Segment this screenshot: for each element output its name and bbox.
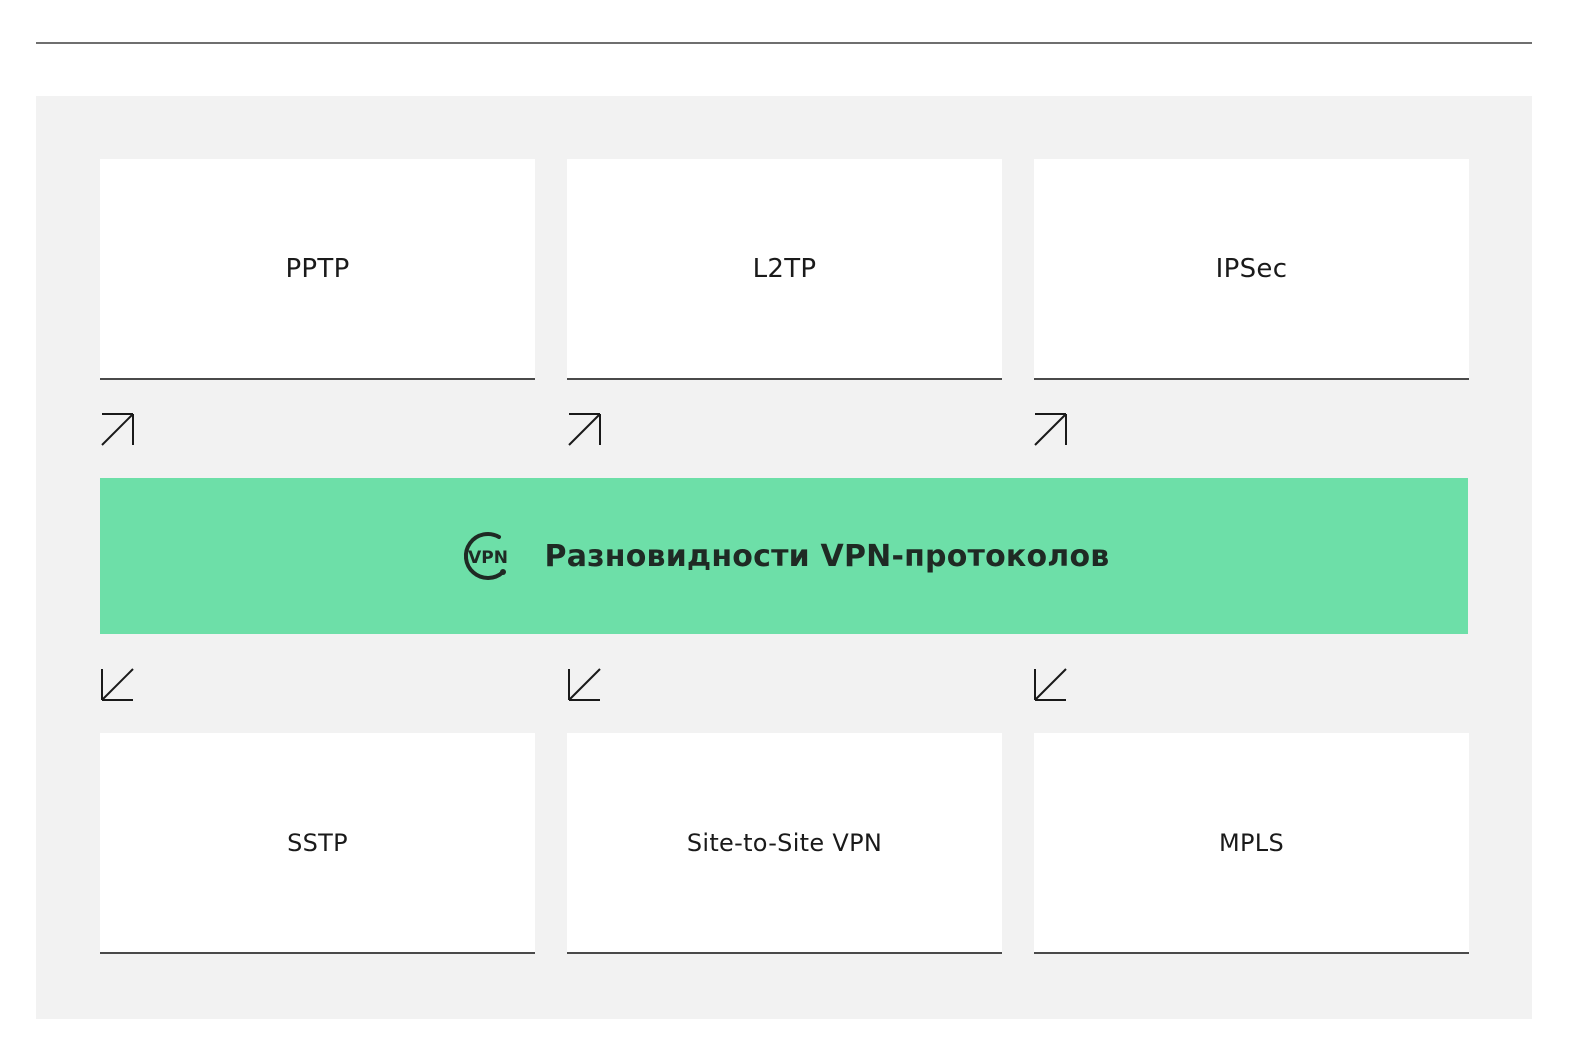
- protocol-label: SSTP: [287, 828, 348, 857]
- protocol-label: Site-to-Site VPN: [686, 828, 883, 857]
- arrow-down-left-icon: [101, 668, 134, 701]
- protocol-card-site-to-site-vpn: Site-to-Site VPN: [567, 733, 1002, 954]
- protocol-card-ipsec: IPSec: [1034, 159, 1469, 380]
- protocol-label: MPLS: [1219, 828, 1284, 857]
- protocol-card-mpls: MPLS: [1034, 733, 1469, 954]
- protocol-label: IPSec: [1215, 253, 1288, 284]
- arrow-up-right-icon: [101, 413, 134, 446]
- top-divider: [36, 42, 1532, 44]
- protocol-card-l2tp: L2TP: [567, 159, 1002, 380]
- banner-title: Разновидности VPN-протоколов: [544, 538, 1110, 574]
- arrow-down-left-icon: [568, 668, 601, 701]
- arrow-up-right-icon: [568, 413, 601, 446]
- arrow-up-right-icon: [1034, 413, 1067, 446]
- protocol-label: PPTP: [285, 253, 350, 284]
- protocol-card-pptp: PPTP: [100, 159, 535, 380]
- vpn-icon-text: VPN: [468, 548, 508, 568]
- vpn-icon: VPN: [463, 532, 508, 580]
- arrow-down-left-icon: [1034, 668, 1067, 701]
- protocol-label: L2TP: [752, 253, 817, 284]
- protocol-card-sstp: SSTP: [100, 733, 535, 954]
- vpn-types-banner: VPN Разновидности VPN-протоколов: [100, 478, 1468, 634]
